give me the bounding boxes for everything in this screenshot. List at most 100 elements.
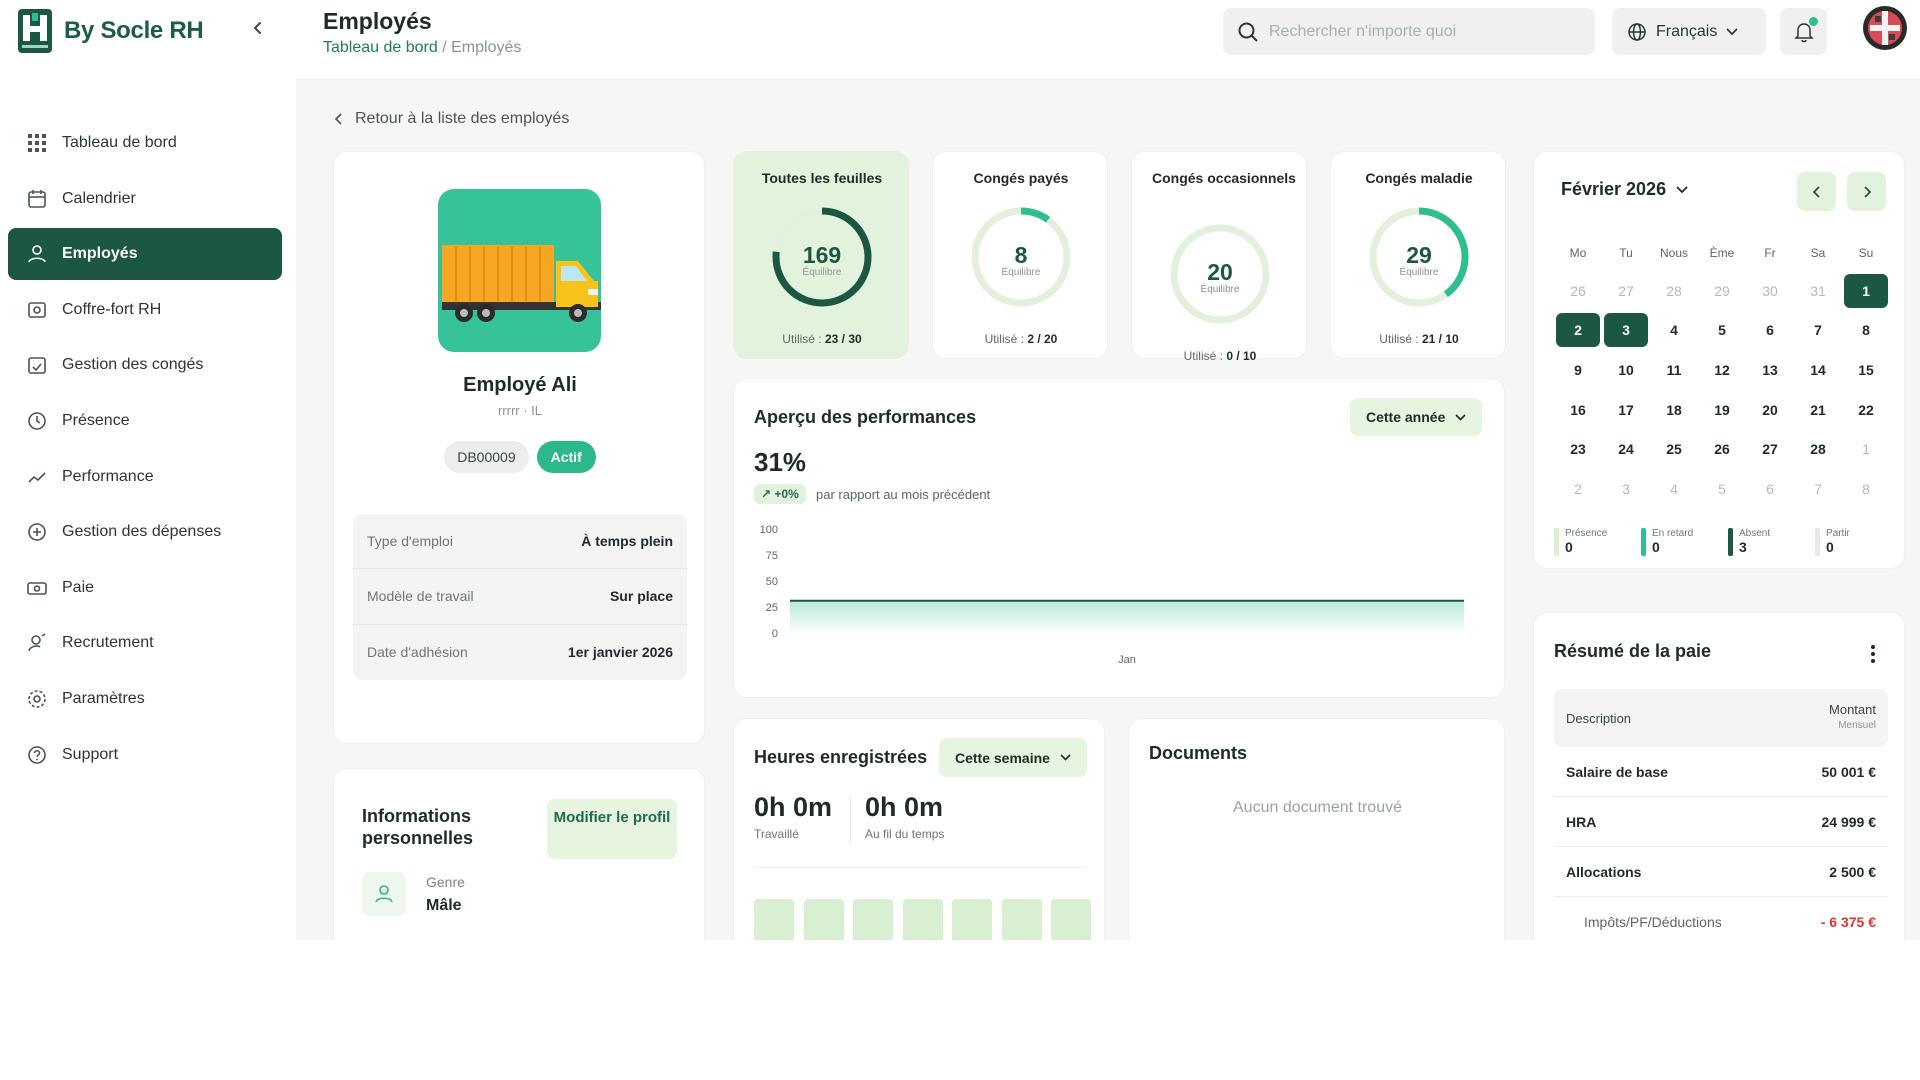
calendar-day[interactable]: 26 [1554,271,1602,311]
calendar-day[interactable]: 12 [1698,350,1746,390]
hours-title: Heures enregistrées [754,747,928,767]
sidebar-item-support[interactable]: Support [8,729,282,781]
sidebar-item-attendance[interactable]: Présence [8,395,282,447]
hours-bar [952,899,992,940]
legend-value: 0 [1565,539,1573,555]
back-to-list-link[interactable]: Retour à la liste des employés [335,110,569,128]
more-options-button[interactable] [1861,639,1885,669]
payroll-col-amount-label: Montant [1829,702,1876,717]
calendar-next-button[interactable] [1847,172,1886,211]
calendar-day[interactable]: 26 [1698,429,1746,469]
payroll-title: Résumé de la paie [1554,641,1712,661]
calendar-day[interactable]: 11 [1650,350,1698,390]
calendar-day[interactable]: 7 [1794,311,1842,351]
sidebar-item-hr-vault[interactable]: Coffre-fort RH [8,284,282,336]
leave-card-casual[interactable]: Congés occasionnels 20 Équilibre Utilisé… [1131,151,1307,363]
calendar-day[interactable]: 14 [1794,350,1842,390]
calendar-day[interactable]: 6 [1746,469,1794,509]
calendar-day-selected[interactable]: 1 [1842,271,1890,311]
performance-period-select[interactable]: Cette année [1350,398,1483,436]
avatar[interactable] [1863,6,1907,50]
calendar-day[interactable]: 18 [1650,390,1698,430]
calendar-day[interactable]: 4 [1650,469,1698,509]
edit-profile-button[interactable]: Modifier le profil [547,799,677,859]
collapse-sidebar-button[interactable] [246,16,270,40]
hours-bar [853,899,893,940]
sidebar-item-dashboard[interactable]: Tableau de bord [8,117,282,169]
language-select[interactable]: Français [1612,8,1766,55]
calendar-day[interactable]: 24 [1602,429,1650,469]
calendar-day[interactable]: 28 [1794,429,1842,469]
sidebar-item-payroll[interactable]: Paie [8,562,282,614]
calendar-day[interactable]: 25 [1650,429,1698,469]
calendar-day[interactable]: 20 [1746,390,1794,430]
calendar-day[interactable]: 10 [1602,350,1650,390]
calendar-day-selected[interactable]: 2 [1554,311,1602,351]
employee-badges: DB00009 Actif [334,441,706,473]
calendar-prev-button[interactable] [1797,172,1836,211]
leave-card-sick[interactable]: Congés maladie 29 Équilibre Utilisé : 21… [1330,151,1506,359]
weekday-label: Sa [1810,246,1826,260]
brand[interactable]: By Socle RH [18,8,204,54]
calendar-check-icon [28,357,46,375]
calendar-day[interactable]: 28 [1650,271,1698,311]
legend-item: Partir 0 [1815,528,1890,556]
leave-card-paid[interactable]: Congés payés 8 Équilibre Utilisé : 2 / 2… [932,151,1108,359]
breadcrumb-dashboard-link[interactable]: Tableau de bord [323,39,438,56]
leave-used: Utilisé : 21 / 10 [1331,332,1507,346]
legend-label: Absent [1739,528,1771,539]
payroll-col-amount: Montant Mensuel [1829,702,1876,731]
leave-card-all[interactable]: Toutes les feuilles 169 Équilibre Utilis… [733,151,909,359]
sidebar-item-expenses[interactable]: Gestion des dépenses [8,506,282,558]
calendar-day[interactable]: 31 [1794,271,1842,311]
calendar-day[interactable]: 6 [1746,311,1794,351]
calendar-day[interactable]: 9 [1554,350,1602,390]
calendar-day[interactable]: 29 [1698,271,1746,311]
calendar-day[interactable]: 8 [1842,469,1890,509]
sidebar-item-settings[interactable]: Paramètres [8,673,282,725]
payroll-row-value: 2 500 € [1829,863,1876,880]
legend-value: 0 [1652,539,1660,555]
calendar-day[interactable]: 27 [1602,271,1650,311]
sidebar-item-employees[interactable]: Employés [8,228,282,281]
notifications-button[interactable] [1780,8,1827,55]
leave-balance-label: Équilibre [1399,267,1439,278]
calendar-day[interactable]: 21 [1794,390,1842,430]
payroll-row: Salaire de base 50 001 € [1554,747,1888,797]
calendar-day[interactable]: 5 [1698,311,1746,351]
search-input[interactable] [1269,22,1569,41]
sidebar-item-recruitment[interactable]: Recrutement [8,617,282,669]
chevron-down-icon [1676,185,1688,193]
calendar-day[interactable]: 1 [1842,429,1890,469]
calendar-day[interactable]: 5 [1698,469,1746,509]
payroll-row-deductions: Impôts/PF/Déductions - 6 375 € [1554,897,1888,940]
calendar-day[interactable]: 13 [1746,350,1794,390]
legend-item: Absent 3 [1728,528,1803,556]
notification-dot [1809,17,1818,26]
calendar-day[interactable]: 16 [1554,390,1602,430]
calendar-day[interactable]: 2 [1554,469,1602,509]
calendar-day[interactable]: 19 [1698,390,1746,430]
search-box [1223,8,1595,55]
sidebar-item-performance[interactable]: Performance [8,451,282,503]
leave-balance-label: Équilibre [1001,267,1041,278]
calendar-day[interactable]: 4 [1650,311,1698,351]
employee-photo [438,189,601,352]
calendar-day[interactable]: 27 [1746,429,1794,469]
calendar-day[interactable]: 17 [1602,390,1650,430]
calendar-day[interactable]: 30 [1746,271,1794,311]
calendar-day[interactable]: 15 [1842,350,1890,390]
calendar-month-select[interactable]: Février 2026 [1561,179,1688,200]
calendar-day-selected[interactable]: 3 [1602,311,1650,351]
calendar-day[interactable]: 3 [1602,469,1650,509]
calendar-day[interactable]: 8 [1842,311,1890,351]
sidebar-item-leave-management[interactable]: Gestion des congés [8,339,282,391]
hours-period-select[interactable]: Cette semaine [939,738,1087,777]
calendar-day[interactable]: 23 [1554,429,1602,469]
calendar-day[interactable]: 22 [1842,390,1890,430]
calendar-day[interactable]: 7 [1794,469,1842,509]
sidebar-item-calendar[interactable]: Calendrier [8,173,282,225]
performance-change: +0% [774,487,799,501]
legend-item: En retard 0 [1641,528,1716,556]
payroll-card: Résumé de la paie Description Montant Me… [1533,612,1905,940]
